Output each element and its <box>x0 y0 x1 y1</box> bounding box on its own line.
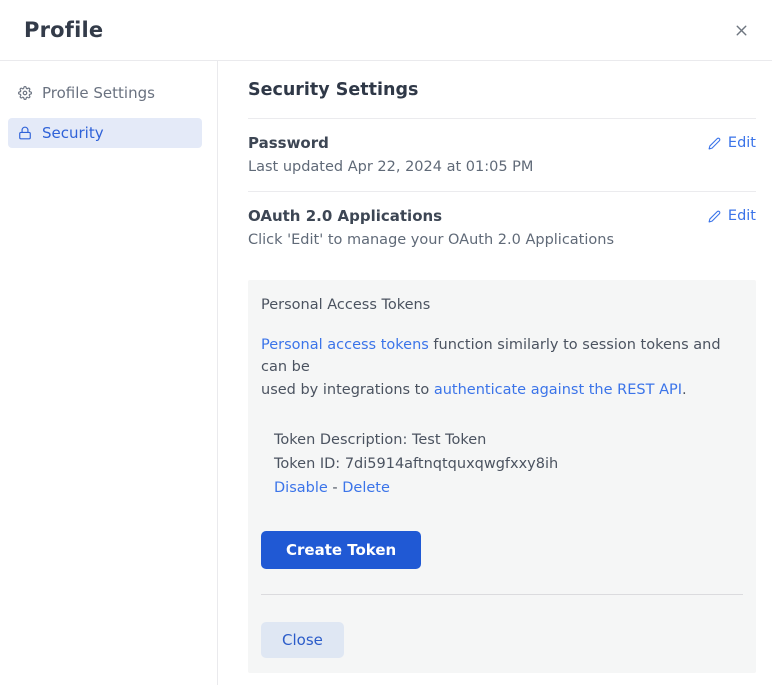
lock-icon <box>18 126 32 140</box>
sidebar-item-label: Profile Settings <box>42 84 155 102</box>
token-details: Token Description: Test Token Token ID: … <box>274 428 743 500</box>
pencil-icon <box>708 210 721 223</box>
page-title: Profile <box>24 18 103 42</box>
token-id-value: 7di5914aftnqtquxqwgfxxy8ih <box>345 456 558 472</box>
close-icon <box>733 22 750 39</box>
token-description-value: Test Token <box>412 432 486 448</box>
oauth-description: Click 'Edit' to manage your OAuth 2.0 Ap… <box>248 232 756 248</box>
delete-token-link[interactable]: Delete <box>342 480 390 496</box>
main-content: Security Settings Password Edit Last upd… <box>218 61 772 685</box>
edit-oauth-link[interactable]: Edit <box>708 208 756 224</box>
create-token-button[interactable]: Create Token <box>261 531 421 569</box>
password-last-updated: Last updated Apr 22, 2024 at 01:05 PM <box>248 159 756 175</box>
personal-access-tokens-link[interactable]: Personal access tokens <box>261 337 429 353</box>
disable-token-link[interactable]: Disable <box>274 480 328 496</box>
oauth-section: OAuth 2.0 Applications Edit Click 'Edit'… <box>248 192 756 264</box>
edit-password-link[interactable]: Edit <box>708 135 756 151</box>
token-description-label: Token Description: <box>274 432 412 448</box>
section-title: Security Settings <box>248 80 756 100</box>
token-actions-row: Disable - Delete <box>274 476 743 500</box>
personal-access-tokens-panel: Personal Access Tokens Personal access t… <box>248 280 756 673</box>
sidebar: Profile Settings Security <box>0 61 218 685</box>
token-description-row: Token Description: Test Token <box>274 428 743 452</box>
intro-text: used by integrations to <box>261 382 434 398</box>
sidebar-item-profile-settings[interactable]: Profile Settings <box>8 78 202 108</box>
intro-text: . <box>682 382 687 398</box>
close-panel-button[interactable]: Close <box>261 622 344 658</box>
modal-header: Profile <box>0 0 772 61</box>
gear-icon <box>18 86 32 100</box>
password-label: Password <box>248 134 329 152</box>
panel-title: Personal Access Tokens <box>261 297 743 313</box>
pencil-icon <box>708 137 721 150</box>
rest-api-link[interactable]: authenticate against the REST API <box>434 382 682 398</box>
close-button[interactable] <box>729 18 754 43</box>
edit-link-label: Edit <box>728 208 756 224</box>
sidebar-item-security[interactable]: Security <box>8 118 202 148</box>
token-actions-separator: - <box>328 480 342 496</box>
token-id-row: Token ID: 7di5914aftnqtquxqwgfxxy8ih <box>274 452 743 476</box>
token-id-label: Token ID: <box>274 456 345 472</box>
password-section: Password Edit Last updated Apr 22, 2024 … <box>248 119 756 192</box>
sidebar-item-label: Security <box>42 124 104 142</box>
oauth-label: OAuth 2.0 Applications <box>248 207 442 225</box>
modal-body: Profile Settings Security Security Setti… <box>0 61 772 685</box>
edit-link-label: Edit <box>728 135 756 151</box>
panel-intro-text: Personal access tokens function similarl… <box>261 334 743 401</box>
divider <box>261 594 743 595</box>
